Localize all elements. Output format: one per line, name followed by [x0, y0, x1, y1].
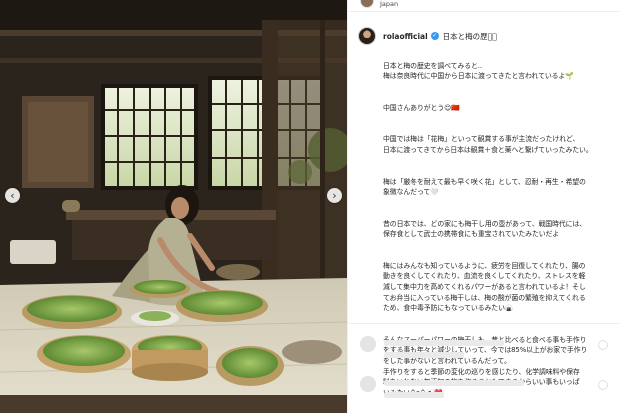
chevron-left-icon[interactable]: ‹: [5, 188, 20, 203]
caption-paragraph: 中国では梅は「花梅」といって観賞する事が主流だったけれど、 日本に渡ってきてから…: [383, 135, 593, 154]
caption-header: rolaofficial ✓ 日本と梅の歴史🏻: [358, 27, 497, 45]
comment-placeholder: [384, 392, 444, 398]
post-header: Japan: [348, 0, 620, 12]
location-link[interactable]: Japan: [380, 0, 398, 8]
avatar: [360, 376, 376, 392]
caption-paragraph: 梅は「厳冬を耐えて最も早く咲く花」として、忍耐・再生・希望の 象徴なんだって🤍: [383, 177, 586, 197]
comment-placeholder: [384, 380, 524, 386]
verified-badge-icon: ✓: [430, 32, 439, 40]
caption-paragraph: 昔の日本では、どの家にも梅干し用の壺があって、戦国時代には、 保存食として武士の…: [383, 219, 587, 239]
photo-scene: [0, 0, 347, 413]
avatar: [360, 336, 376, 352]
chevron-right-icon[interactable]: ›: [327, 188, 342, 203]
post-side-panel: Japan rolaofficial ✓ 日本と梅の歴史🏻 日本と梅の歴史を調べ…: [347, 0, 620, 413]
heart-icon[interactable]: [598, 380, 608, 390]
avatar[interactable]: [358, 27, 376, 45]
caption-title: 日本と梅の歴史🏻: [442, 31, 497, 41]
comments-area: [348, 323, 620, 413]
avatar[interactable]: [360, 0, 374, 8]
window-left: [101, 84, 198, 190]
heart-icon[interactable]: [598, 340, 608, 350]
comment-placeholder: [384, 352, 464, 358]
username-link[interactable]: rolaofficial: [383, 32, 428, 41]
post-photo: ‹ ›: [0, 0, 347, 413]
caption-paragraph: 日本と梅の歴史を調べてみると.. 梅は奈良時代に中国から日本に渡ってきたと言われ…: [383, 61, 574, 81]
caption-paragraph: 梅にはみんなも知っているように、疲労を回復してくれたり、腸の 動きを良くしてくれ…: [383, 261, 586, 313]
caption-paragraph: 中国さんありがとう😊🇨🇳: [383, 103, 460, 112]
comment-placeholder: [384, 340, 504, 346]
